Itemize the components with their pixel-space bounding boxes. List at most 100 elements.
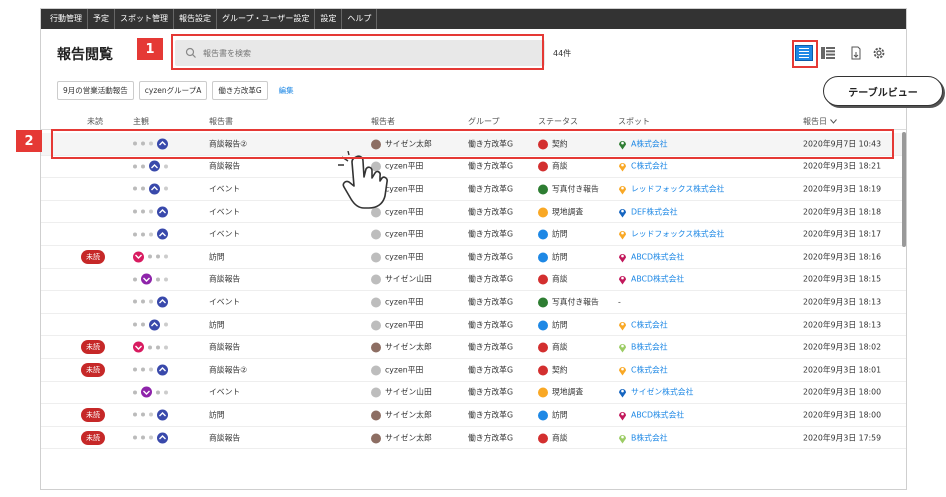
scrollbar[interactable] — [902, 132, 906, 247]
spot[interactable]: C株式会社 — [618, 319, 668, 331]
export-icon[interactable] — [849, 46, 863, 60]
nav-report-settings[interactable]: 報告設定 — [174, 9, 217, 29]
filter-chip[interactable]: 9月の営業活動報告 — [57, 81, 134, 100]
status-icon — [538, 365, 548, 376]
spot[interactable]: ABCD株式会社 — [618, 251, 684, 263]
avatar — [371, 410, 381, 421]
reaction-group[interactable] — [133, 273, 168, 285]
spot-pin-icon — [619, 321, 626, 331]
table-row[interactable]: イベント cyzen平田 働き方改革G 写真付き報告 - 2020年9月3日 1… — [41, 291, 906, 314]
nav-help[interactable]: ヘルプ — [342, 9, 378, 29]
nav-activity[interactable]: 行動管理 — [45, 9, 88, 29]
report-name: イベント — [209, 207, 241, 217]
status-icon — [538, 161, 548, 172]
report-name: 商談報告② — [209, 365, 248, 375]
spot[interactable]: C株式会社 — [618, 364, 668, 376]
reaction-group[interactable] — [133, 386, 168, 398]
table-row[interactable]: 未読 商談報告② cyzen平田 働き方改革G 契約 C株式会社 2020年9月… — [41, 359, 906, 382]
group-name: 働き方改革G — [468, 410, 514, 420]
spot[interactable]: B株式会社 — [618, 432, 668, 444]
filter-chip[interactable]: 働き方改革G — [212, 81, 268, 100]
filter-chip[interactable]: cyzenグループA — [138, 81, 208, 100]
table-row[interactable]: 未読 訪問 cyzen平田 働き方改革G 訪問 ABCD株式会社 2020年9月… — [41, 246, 906, 269]
spot[interactable]: B株式会社 — [618, 342, 668, 353]
report-table-body: 商談報告② サイゼン太郎 働き方改革G 契約 A株式会社 2020年9月7日 1… — [41, 133, 906, 450]
avatar — [371, 320, 381, 331]
reaction-group[interactable] — [133, 432, 168, 444]
status: 商談 — [538, 161, 568, 172]
spot[interactable]: ABCD株式会社 — [618, 274, 684, 285]
nav-settings[interactable]: 設定 — [315, 9, 343, 29]
reaction-group[interactable] — [133, 160, 168, 172]
group-name: 働き方改革G — [468, 342, 514, 352]
status: 商談 — [538, 342, 568, 353]
status: 写真付き報告 — [538, 183, 599, 195]
column-date[interactable]: 報告日 — [803, 116, 837, 127]
table-row[interactable]: イベント cyzen平田 働き方改革G 写真付き報告 レッドフォックス株式会社 … — [41, 178, 906, 201]
status-icon — [538, 207, 548, 218]
reaction-group[interactable] — [133, 364, 168, 376]
reporter: cyzen平田 — [371, 229, 423, 240]
table-row[interactable]: 未読 商談報告 サイゼン太郎 働き方改革G 商談 B株式会社 2020年9月3日… — [41, 336, 906, 359]
spot[interactable]: レッドフォックス株式会社 — [618, 229, 724, 240]
edit-filters-link[interactable]: 編集 — [279, 85, 294, 96]
reaction-group[interactable] — [133, 251, 168, 263]
card-view-button[interactable] — [819, 45, 837, 61]
group-name: 働き方改革G — [468, 207, 514, 217]
nav-spot-management[interactable]: スポット管理 — [115, 9, 174, 29]
status-icon — [538, 184, 548, 195]
status: 現地調査 — [538, 387, 583, 398]
column-reporter[interactable]: 報告者 — [371, 116, 395, 127]
status-icon — [538, 297, 548, 308]
reaction-group[interactable] — [133, 183, 168, 195]
avatar — [371, 433, 381, 444]
spot[interactable]: DEF株式会社 — [618, 206, 678, 218]
report-date: 2020年9月3日 18:02 — [803, 342, 882, 352]
spot[interactable]: レッドフォックス株式会社 — [618, 183, 724, 195]
avatar — [371, 252, 381, 263]
table-row[interactable]: 未読 商談報告 サイゼン太郎 働き方改革G 商談 B株式会社 2020年9月3日… — [41, 427, 906, 450]
callout-search-highlight — [171, 34, 544, 70]
group-name: 働き方改革G — [468, 229, 514, 239]
avatar — [371, 297, 381, 308]
column-reaction[interactable]: 主観 — [133, 116, 149, 127]
table-row[interactable]: 未読 訪問 サイゼン太郎 働き方改革G 訪問 ABCD株式会社 2020年9月3… — [41, 404, 906, 427]
table-row[interactable]: イベント サイゼン山田 働き方改革G 現地調査 サイゼン株式会社 2020年9月… — [41, 382, 906, 405]
status-icon — [538, 410, 548, 421]
column-spot[interactable]: スポット — [618, 116, 650, 127]
spot[interactable]: C株式会社 — [618, 161, 668, 172]
column-unread[interactable]: 未読 — [87, 116, 103, 127]
report-date: 2020年9月3日 18:17 — [803, 229, 882, 239]
spot[interactable]: サイゼン株式会社 — [618, 387, 693, 398]
reaction-group[interactable] — [133, 296, 168, 308]
nav-group-user-settings[interactable]: グループ・ユーザー設定 — [217, 9, 316, 29]
column-status[interactable]: ステータス — [538, 116, 578, 127]
status: 現地調査 — [538, 206, 583, 218]
reaction-group[interactable] — [133, 341, 168, 353]
report-date: 2020年9月3日 18:01 — [803, 365, 882, 375]
reaction-group[interactable] — [133, 206, 168, 218]
group-name: 働き方改革G — [468, 252, 514, 262]
table-row[interactable]: イベント cyzen平田 働き方改革G 訪問 レッドフォックス株式会社 2020… — [41, 223, 906, 246]
reaction-group[interactable] — [133, 409, 168, 421]
table-row[interactable]: イベント cyzen平田 働き方改革G 現地調査 DEF株式会社 2020年9月… — [41, 201, 906, 224]
pointer-hand-icon — [338, 151, 388, 209]
nav-schedule[interactable]: 予定 — [88, 9, 115, 29]
reporter: サイゼン山田 — [371, 387, 432, 398]
reaction-group[interactable] — [133, 319, 168, 331]
status-icon — [538, 387, 548, 398]
gear-icon[interactable] — [871, 45, 887, 61]
spot[interactable]: - — [618, 297, 621, 306]
reaction-group[interactable] — [133, 228, 168, 240]
app-frame: 行動管理 予定 スポット管理 報告設定 グループ・ユーザー設定 設定 ヘルプ 報… — [40, 8, 907, 490]
report-name: イベント — [209, 387, 241, 397]
report-name: 商談報告 — [209, 274, 241, 284]
spot[interactable]: ABCD株式会社 — [618, 409, 684, 421]
report-date: 2020年9月3日 18:16 — [803, 252, 882, 262]
column-report[interactable]: 報告書 — [209, 116, 233, 127]
top-nav: 行動管理 予定 スポット管理 報告設定 グループ・ユーザー設定 設定 ヘルプ — [41, 9, 906, 29]
table-row[interactable]: 商談報告 サイゼン山田 働き方改革G 商談 ABCD株式会社 2020年9月3日… — [41, 269, 906, 292]
table-row[interactable]: 訪問 cyzen平田 働き方改革G 訪問 C株式会社 2020年9月3日 18:… — [41, 314, 906, 337]
column-group[interactable]: グループ — [468, 116, 500, 127]
status: 契約 — [538, 364, 568, 376]
